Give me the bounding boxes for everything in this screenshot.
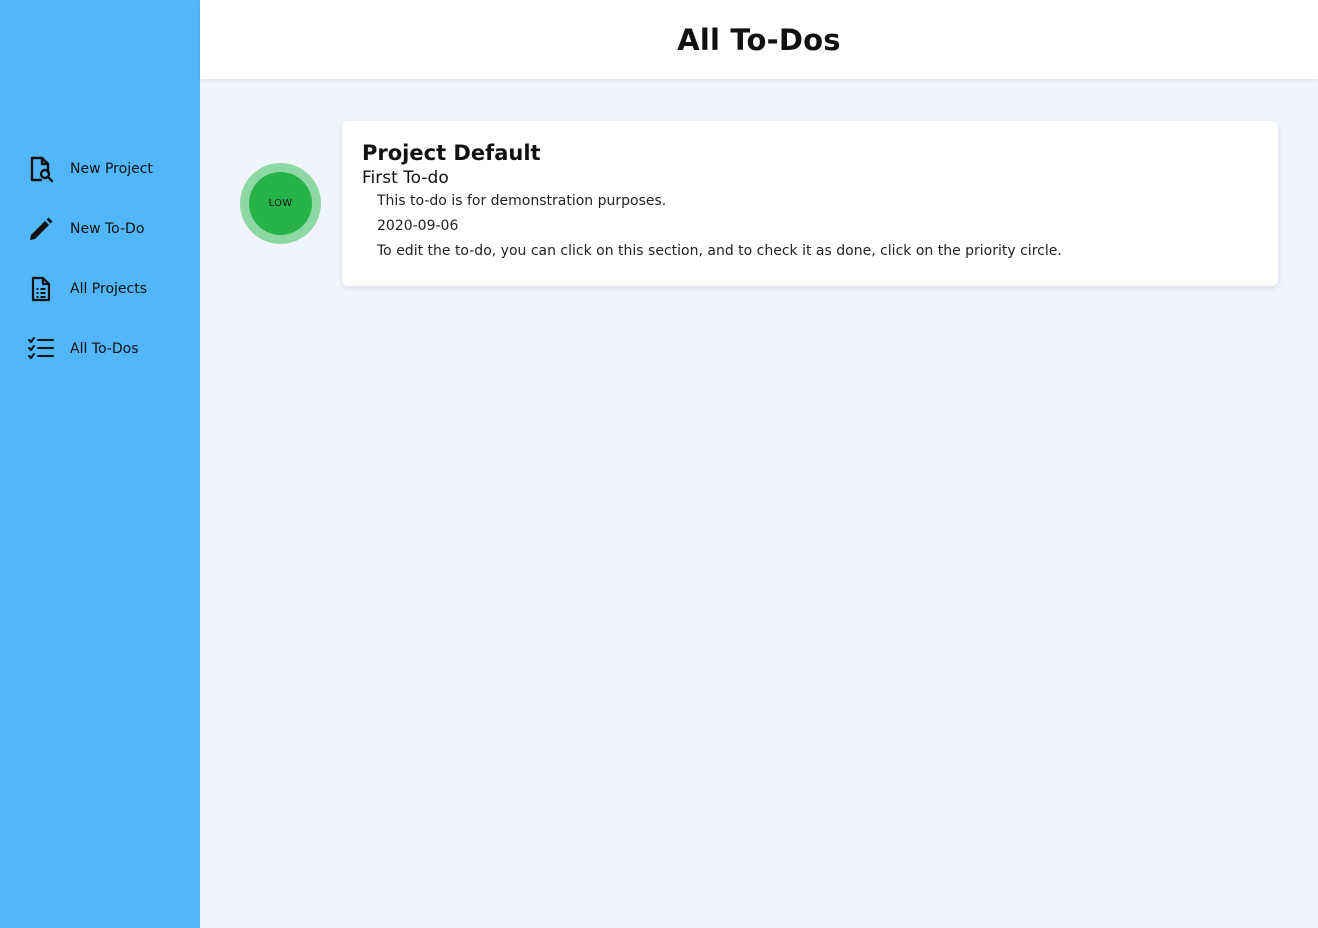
sidebar-item-label: New Project xyxy=(70,161,153,177)
sidebar-item-new-todo[interactable]: New To-Do xyxy=(0,199,200,259)
sidebar-nav: New Project New To-Do All Projects All T… xyxy=(0,139,200,379)
todo-card[interactable]: Project Default First To-do This to-do i… xyxy=(342,121,1278,286)
todo-description: This to-do is for demonstration purposes… xyxy=(377,193,667,209)
page-header: All To-Dos xyxy=(200,0,1318,79)
priority-circle[interactable]: LOW xyxy=(240,163,321,244)
priority-label: LOW xyxy=(268,198,293,209)
new-project-icon xyxy=(26,154,56,184)
app-root: New Project New To-Do All Projects All T… xyxy=(0,0,1318,928)
todo-title: First To-do xyxy=(362,168,449,188)
list-item: LOW Project Default First To-do This to-… xyxy=(240,121,1278,286)
todo-project-name: Project Default xyxy=(362,141,541,165)
sidebar-item-all-projects[interactable]: All Projects xyxy=(0,259,200,319)
sidebar-item-all-todos[interactable]: All To-Dos xyxy=(0,319,200,379)
document-list-icon xyxy=(26,274,56,304)
page-title: All To-Dos xyxy=(677,22,841,57)
sidebar: New Project New To-Do All Projects All T… xyxy=(0,0,200,928)
todo-notes: To edit the to-do, you can click on this… xyxy=(377,243,1062,259)
sidebar-item-label: New To-Do xyxy=(70,221,145,237)
checklist-icon xyxy=(26,334,56,364)
todo-date: 2020-09-06 xyxy=(377,218,459,234)
sidebar-item-label: All Projects xyxy=(70,281,147,297)
sidebar-item-new-project[interactable]: New Project xyxy=(0,139,200,199)
sidebar-item-label: All To-Dos xyxy=(70,341,139,357)
priority-circle-inner: LOW xyxy=(249,172,312,235)
pencil-icon xyxy=(26,214,56,244)
